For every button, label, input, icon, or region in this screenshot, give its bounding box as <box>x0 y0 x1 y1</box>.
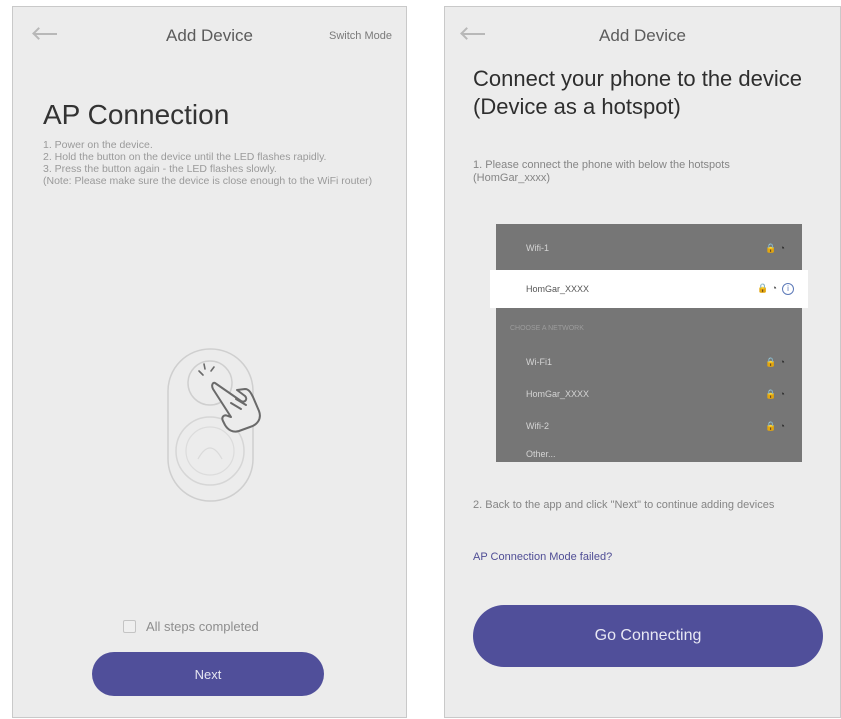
device-dial-inner <box>185 426 235 476</box>
lock-wifi-icon: 🔒◔ <box>765 420 788 431</box>
lock-wifi-icon: 🔒◔ <box>765 242 788 253</box>
step-text: 3. Press the button again - the LED flas… <box>43 163 277 175</box>
device-illustration <box>167 348 261 502</box>
switch-mode-button[interactable]: Switch Mode <box>329 30 392 42</box>
wifi-name: HomGar_XXXX <box>526 389 590 399</box>
wifi-row: Wifi-1 🔒◔ <box>496 230 802 266</box>
step-one-text: 1. Please connect the phone with below t… <box>473 159 730 184</box>
wifi-row: Wi-Fi1 🔒◔ <box>496 344 802 380</box>
right-screen: Add Device Connect your phone to the dev… <box>444 6 841 718</box>
nav-bar: Add Device <box>445 7 840 65</box>
step-two-text: 2. Back to the app and click "Next" to c… <box>473 499 775 511</box>
all-steps-completed[interactable]: All steps completed <box>123 619 259 634</box>
next-button[interactable]: Next <box>92 652 324 696</box>
wifi-row: HomGar_XXXX 🔒◔ <box>496 376 802 412</box>
info-icon: i <box>782 283 794 295</box>
ap-mode-failed-link[interactable]: AP Connection Mode failed? <box>473 551 612 563</box>
lock-wifi-icon: 🔒◔ <box>765 388 788 399</box>
nav-title: Add Device <box>599 26 686 45</box>
lock-wifi-icon: 🔒◔ <box>765 356 788 367</box>
wifi-name: Wi-Fi1 <box>526 357 552 367</box>
device-logo <box>197 447 223 460</box>
instruction-steps: 1. Power on the device. 2. Hold the butt… <box>43 139 378 187</box>
go-connecting-button[interactable]: Go Connecting <box>473 605 823 667</box>
wifi-row-other: Other... <box>496 436 802 472</box>
page-title: Connect your phone to the device (Device… <box>473 66 803 119</box>
wifi-name: HomGar_XXXX <box>526 284 590 294</box>
wifi-name: Other... <box>526 449 556 459</box>
wifi-name: Wifi-1 <box>526 243 549 253</box>
page-title: AP Connection <box>43 99 230 130</box>
completed-checkbox[interactable] <box>123 620 136 633</box>
step-text: 1. Power on the device. <box>43 139 153 151</box>
wifi-row-highlighted: HomGar_XXXX 🔒◔ i <box>490 270 808 308</box>
nav-bar: Add Device Switch Mode <box>13 7 406 65</box>
completed-label: All steps completed <box>146 619 259 634</box>
step-text: (Note: Please make sure the device is cl… <box>43 175 373 187</box>
wifi-section-label: CHOOSE A NETWORK <box>510 325 584 332</box>
wifi-name: Wifi-2 <box>526 421 549 431</box>
wifi-list-screenshot: Wifi-1 🔒◔ HomGar_XXXX 🔒◔ i CHOOSE A NETWO… <box>490 224 808 462</box>
lock-wifi-icon: 🔒◔ i <box>757 283 794 295</box>
left-screen: Add Device Switch Mode AP Connection 1. … <box>12 6 407 718</box>
step-text: 2. Hold the button on the device until t… <box>43 151 327 163</box>
